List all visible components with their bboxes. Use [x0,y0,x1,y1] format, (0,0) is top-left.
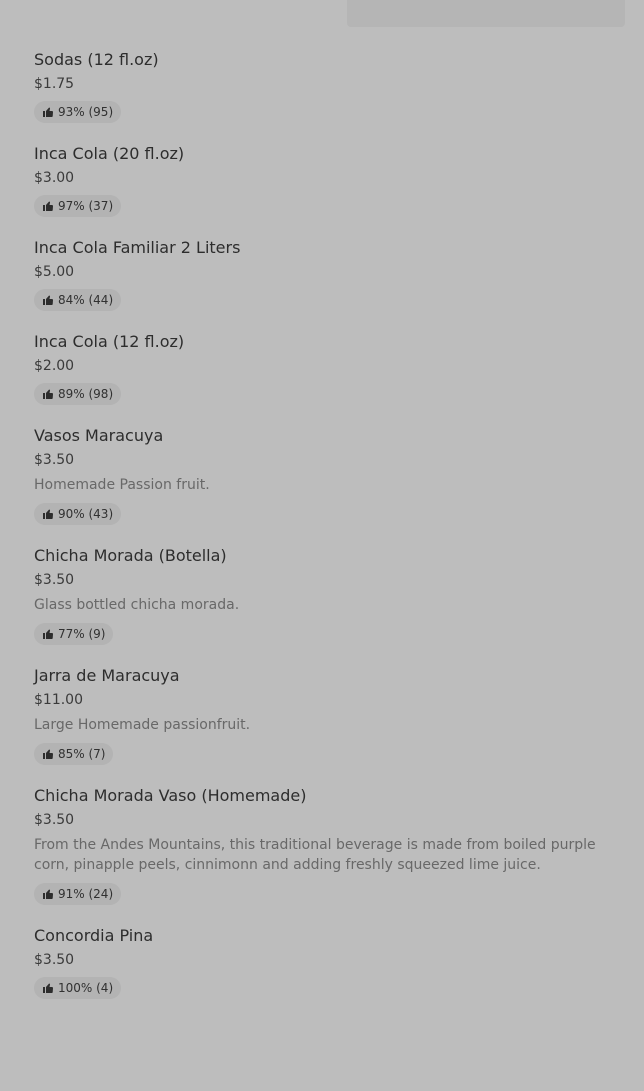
rating-badge: 100% (4) [34,977,122,999]
item-description: Glass bottled chicha morada. [34,597,240,613]
item-price: $2.00 [34,358,75,374]
menu-item[interactable]: Chicha Morada (Botella) $3.50 Glass bott… [34,546,610,645]
menu-item[interactable]: Inca Cola Familiar 2 Liters $5.00 84% (4… [34,238,610,311]
menu-item[interactable]: Vasos Maracuya $3.50 Homemade Passion fr… [34,426,610,525]
thumbs-up-icon [42,200,54,212]
item-name: Inca Cola (12 fl.oz) [34,332,185,351]
thumbs-up-icon [42,106,54,118]
menu-item[interactable]: Inca Cola (12 fl.oz) $2.00 89% (98) [34,332,610,405]
rating-badge: 97% (37) [34,195,122,217]
item-price: $3.50 [34,452,75,468]
rating-text: 85% (7) [58,747,106,761]
rating-badge: 77% (9) [34,623,114,645]
item-price: $1.75 [34,76,75,92]
thumbs-up-icon [42,888,54,900]
menu-item[interactable]: Sodas (12 fl.oz) $1.75 93% (95) [34,50,610,123]
rating-text: 77% (9) [58,627,106,641]
item-name: Concordia Pina [34,926,154,945]
rating-text: 89% (98) [58,387,114,401]
rating-text: 91% (24) [58,887,114,901]
menu-item[interactable]: Inca Cola (20 fl.oz) $3.00 97% (37) [34,144,610,217]
rating-badge: 93% (95) [34,101,122,123]
thumbs-up-icon [42,294,54,306]
item-description: From the Andes Mountains, this tradition… [34,837,596,873]
rating-badge: 85% (7) [34,743,114,765]
rating-badge: 84% (44) [34,289,122,311]
menu-item-list: Sodas (12 fl.oz) $1.75 93% (95) Inca Col… [34,50,610,1020]
rating-text: 90% (43) [58,507,114,521]
rating-text: 97% (37) [58,199,114,213]
rating-text: 93% (95) [58,105,114,119]
item-name: Inca Cola (20 fl.oz) [34,144,185,163]
rating-text: 84% (44) [58,293,114,307]
item-name: Inca Cola Familiar 2 Liters [34,238,241,257]
rating-text: 100% (4) [58,981,114,995]
rating-badge: 91% (24) [34,883,122,905]
rating-badge: 90% (43) [34,503,122,525]
top-image-placeholder [347,0,625,27]
thumbs-up-icon [42,748,54,760]
item-price: $3.00 [34,170,75,186]
thumbs-up-icon [42,982,54,994]
item-description: Homemade Passion fruit. [34,477,210,493]
item-price: $3.50 [34,952,75,968]
item-price: $5.00 [34,264,75,280]
thumbs-up-icon [42,628,54,640]
menu-item[interactable]: Jarra de Maracuya $11.00 Large Homemade … [34,666,610,765]
item-description: Large Homemade passionfruit. [34,717,251,733]
menu-item[interactable]: Concordia Pina $3.50 100% (4) [34,926,610,999]
item-name: Chicha Morada (Botella) [34,546,227,565]
item-name: Chicha Morada Vaso (Homemade) [34,786,307,805]
item-name: Jarra de Maracuya [34,666,180,685]
item-name: Sodas (12 fl.oz) [34,50,159,69]
rating-badge: 89% (98) [34,383,122,405]
item-name: Vasos Maracuya [34,426,164,445]
thumbs-up-icon [42,388,54,400]
item-price: $3.50 [34,572,75,588]
thumbs-up-icon [42,508,54,520]
menu-item[interactable]: Chicha Morada Vaso (Homemade) $3.50 From… [34,786,610,905]
item-price: $11.00 [34,692,83,708]
item-price: $3.50 [34,812,75,828]
